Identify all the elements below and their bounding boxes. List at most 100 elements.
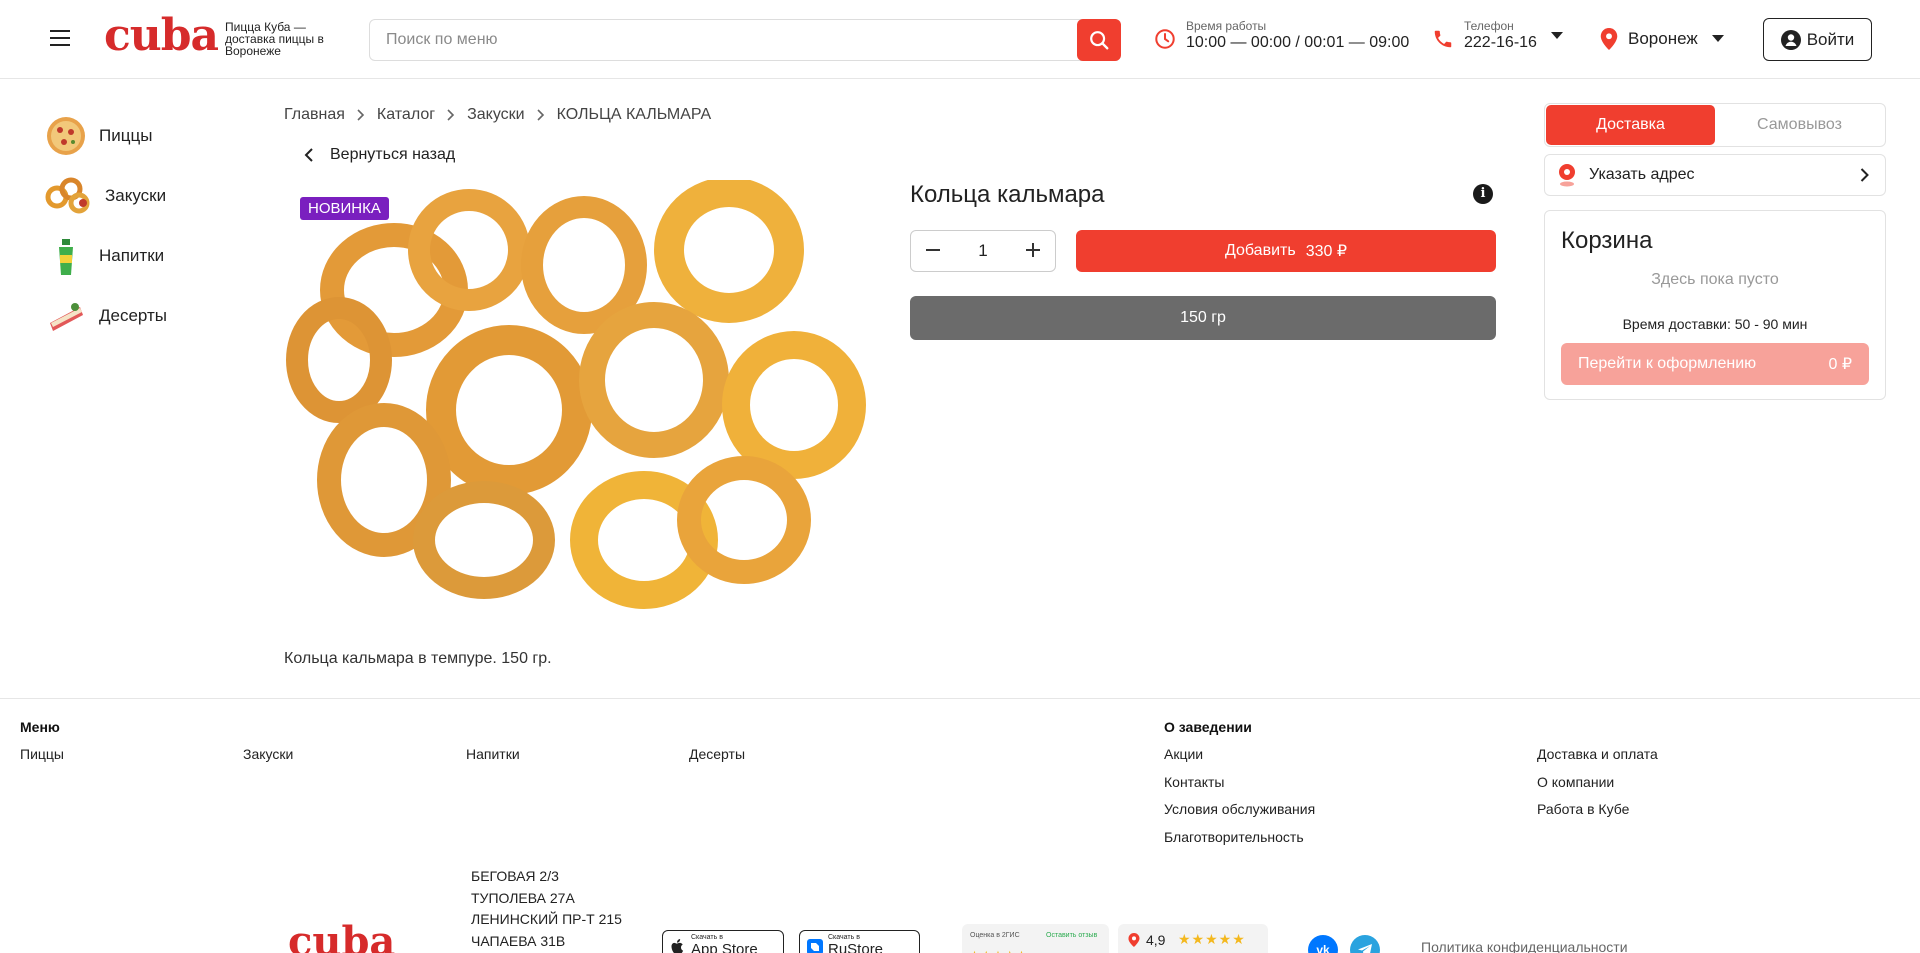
quantity-value: 1: [978, 241, 988, 260]
footer-link-delivery[interactable]: Доставка и оплата: [1537, 746, 1658, 762]
info-icon[interactable]: i: [1473, 184, 1493, 204]
cart-total: 0 ₽: [1828, 356, 1852, 373]
minus-icon: [926, 249, 940, 251]
footer-addresses: БЕГОВАЯ 2/3 ТУПОЛЕВА 27А ЛЕНИНСКИЙ ПР-Т …: [471, 866, 622, 952]
footer-link-careers[interactable]: Работа в Кубе: [1537, 801, 1629, 817]
vk-icon[interactable]: vk: [1308, 935, 1338, 953]
gis-action[interactable]: Оставить отзыв: [1046, 932, 1097, 939]
footer-link-charity[interactable]: Благотворительность: [1164, 829, 1304, 845]
back-link[interactable]: Вернуться назад: [304, 146, 455, 164]
sidebar-item-label: Закуски: [105, 186, 167, 205]
breadcrumb: Главная Каталог Закуски КОЛЬЦА КАЛЬМАРА: [284, 106, 711, 124]
footer-link-contacts[interactable]: Контакты: [1164, 774, 1224, 790]
sidebar-item-drinks[interactable]: Напитки: [45, 226, 167, 286]
chevron-left-icon: [304, 148, 313, 162]
desserts-thumb-icon: [50, 303, 83, 331]
search-input[interactable]: [370, 20, 1070, 60]
rustore-button[interactable]: Скачать в RuStore: [799, 930, 920, 953]
footer-link-snacks[interactable]: Закуски: [243, 746, 293, 762]
app-store-small: Скачать в: [691, 934, 723, 941]
working-hours: Время работы 10:00 — 00:00 / 00:01 — 09:…: [1154, 20, 1409, 53]
product-image: [286, 180, 866, 609]
checkout-button[interactable]: Перейти к оформлению 0 ₽: [1561, 343, 1869, 385]
user-icon: [1780, 29, 1801, 50]
map-pin-icon: [1128, 933, 1140, 947]
rating-value: 4,9: [1146, 932, 1166, 948]
add-price: 330 ₽: [1305, 243, 1348, 260]
delivery-time: Время доставки: 50 - 90 мин: [1622, 316, 1808, 332]
map-pin-icon: [1559, 164, 1575, 187]
address-line: БЕГОВАЯ 2/3: [471, 868, 559, 884]
city-name: Воронеж: [1628, 29, 1698, 48]
add-to-cart-button[interactable]: Добавить 330 ₽: [1076, 230, 1496, 272]
footer-about-heading: О заведении: [1164, 719, 1252, 735]
chevron-right-icon: [537, 109, 544, 121]
footer-divider: [0, 698, 1920, 699]
address-selector[interactable]: Указать адрес: [1544, 154, 1886, 196]
sidebar-item-desserts[interactable]: Десерты: [45, 286, 167, 346]
cart-empty-text: Здесь пока пусто: [1651, 271, 1779, 288]
snacks-thumb-icon: [45, 177, 90, 214]
gis-rating-card[interactable]: Оценка в 2ГИС Оставить отзыв ★ ★ ★ ★ ★: [962, 924, 1109, 953]
city-selector[interactable]: Воронеж: [1600, 28, 1724, 50]
back-label: Вернуться назад: [330, 146, 456, 163]
search-button[interactable]: [1077, 19, 1121, 61]
add-label: Добавить: [1224, 242, 1296, 259]
footer-link-desserts[interactable]: Десерты: [689, 746, 745, 762]
menu-burger-icon[interactable]: [50, 30, 70, 46]
logo[interactable]: cuba: [104, 14, 219, 58]
product-title: Кольца кальмара: [910, 181, 1105, 208]
hours-label: Время работы: [1186, 19, 1267, 33]
sidebar-item-pizza[interactable]: Пиццы: [45, 106, 167, 166]
yandex-rating-card[interactable]: 4,9 ★★★★★: [1118, 924, 1268, 953]
privacy-policy-link[interactable]: Политика конфиденциальности: [1421, 939, 1628, 953]
location-pin-icon: [1600, 28, 1618, 50]
address-line: ЧАПАЕВА 31В: [471, 932, 566, 949]
address-line: ТУПОЛЕВА 27А: [471, 889, 575, 906]
delivery-tabs: Доставка Самовывоз: [1544, 103, 1886, 147]
rustore-small: Скачать в: [828, 934, 860, 941]
phone-value[interactable]: 222-16-16: [1464, 33, 1537, 53]
plus-icon: [1026, 243, 1040, 257]
phone-label: Телефон: [1464, 19, 1514, 33]
footer-link-pizza[interactable]: Пиццы: [20, 746, 64, 762]
footer-link-about[interactable]: О компании: [1537, 774, 1614, 790]
search-icon: [1090, 31, 1109, 50]
footer-menu-heading: Меню: [20, 719, 60, 735]
chevron-right-icon: [357, 109, 365, 121]
footer-link-terms[interactable]: Условия обслуживания: [1164, 801, 1315, 817]
tab-delivery[interactable]: Доставка: [1546, 105, 1715, 145]
phone-block[interactable]: Телефон 222-16-16: [1432, 20, 1563, 53]
new-badge: НОВИНКА: [300, 197, 389, 220]
footer-link-promos[interactable]: Акции: [1164, 746, 1203, 762]
tab-pickup[interactable]: Самовывоз: [1715, 105, 1884, 145]
pizza-thumb-icon: [47, 117, 85, 155]
chevron-right-icon: [447, 109, 455, 121]
cart-title: Корзина: [1561, 227, 1653, 254]
breadcrumb-catalog[interactable]: Каталог: [377, 106, 435, 124]
clock-icon: [1155, 29, 1175, 49]
phone-icon: [1434, 30, 1452, 48]
decrease-button[interactable]: [923, 241, 943, 261]
breadcrumb-snacks[interactable]: Закуски: [467, 106, 525, 124]
sidebar-item-snacks[interactable]: Закуски: [45, 166, 167, 226]
apple-icon: [671, 939, 684, 953]
address-line: ЛЕНИНСКИЙ ПР-Т 215: [471, 911, 622, 927]
app-store-button[interactable]: Скачать в App Store: [662, 930, 784, 953]
sidebar-item-label: Десерты: [99, 306, 168, 325]
increase-button[interactable]: [1023, 241, 1043, 261]
address-label: Указать адрес: [1589, 166, 1695, 183]
footer-link-drinks[interactable]: Напитки: [466, 746, 520, 762]
telegram-icon[interactable]: [1350, 935, 1380, 953]
login-button[interactable]: Войти: [1763, 18, 1872, 61]
chevron-down-icon: [1550, 32, 1563, 39]
rustore-big: RuStore: [828, 941, 884, 953]
footer-logo[interactable]: cuba: [288, 918, 395, 953]
sidebar-item-label: Напитки: [99, 246, 165, 265]
gis-label: Оценка в 2ГИС: [970, 932, 1020, 939]
login-label: Войти: [1806, 29, 1855, 49]
weight-option[interactable]: 150 гр: [910, 296, 1496, 340]
category-sidebar: Пиццы Закуски Напитки Десерты: [45, 106, 167, 346]
breadcrumb-home[interactable]: Главная: [284, 106, 345, 124]
quantity-stepper: 1: [910, 230, 1056, 272]
